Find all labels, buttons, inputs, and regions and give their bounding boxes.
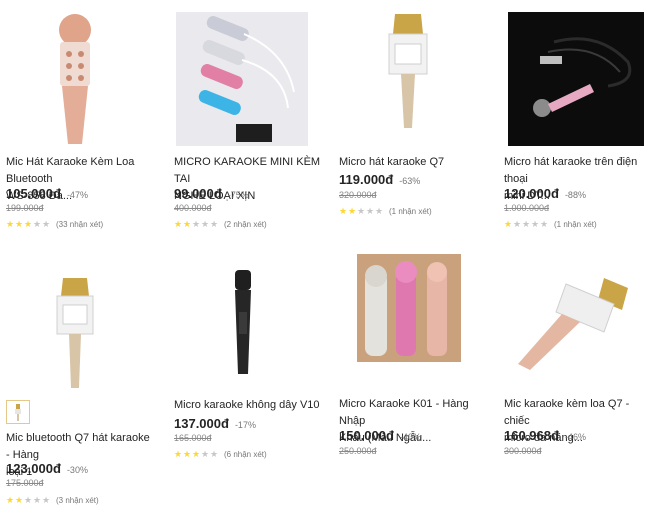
star-icon: ★ — [183, 219, 192, 229]
original-price: 175.000đ — [6, 478, 44, 488]
star-icon: ★ — [201, 449, 210, 459]
star-icon: ★ — [348, 206, 357, 216]
product-title-line[interactable]: MICRO KARAOKE MINI KÈM TAI — [174, 154, 324, 188]
product-title-line[interactable]: Mic bluetooth Q7 hát karaoke - Hàng — [6, 430, 156, 464]
product-card[interactable]: Micro Karaoke K01 - Hàng Nhập Khẩu (Màu … — [333, 250, 495, 460]
discount-badge: -30% — [66, 465, 88, 475]
original-price: 300.000đ — [504, 446, 542, 456]
original-price: 199.000đ — [6, 203, 44, 213]
product-card[interactable]: Micro hát karaoke trên điện thoại mini D… — [498, 0, 660, 240]
star-icon: ★ — [174, 449, 183, 459]
rating: ★ ★ ★ ★ ★ (3 nhận xét) — [6, 496, 99, 506]
product-card[interactable]: Micro hát karaoke Q7 119.000đ -63% 320.0… — [333, 0, 495, 240]
ws858-rosegold-mic-icon[interactable] — [40, 8, 110, 148]
star-icon: ★ — [24, 219, 33, 229]
star-rating: ★ ★ ★ ★ ★ — [6, 496, 51, 505]
discount-badge: -17% — [234, 420, 256, 430]
review-count[interactable]: (3 nhận xét) — [56, 496, 99, 505]
product-price: 105.000đ — [6, 186, 61, 201]
product-title-line[interactable]: Mic karaoke kèm loa Q7 - chiếc — [504, 396, 654, 430]
star-icon: ★ — [6, 219, 15, 229]
star-rating: ★ ★ ★ ★ ★ — [6, 220, 51, 229]
discount-badge: -46% — [564, 432, 586, 442]
star-icon: ★ — [210, 449, 219, 459]
star-icon: ★ — [504, 219, 513, 229]
star-icon: ★ — [339, 206, 348, 216]
star-icon: ★ — [192, 219, 201, 229]
q7-gold-mic-icon[interactable] — [52, 274, 98, 392]
product-price: 160.968đ — [504, 428, 559, 443]
discount-badge: -75% — [227, 190, 249, 200]
review-count[interactable]: (6 nhận xét) — [224, 450, 267, 459]
star-icon: ★ — [6, 495, 15, 505]
product-price: 150.000đ — [339, 428, 394, 443]
star-rating: ★ ★ ★ ★ ★ — [339, 207, 384, 216]
product-card[interactable]: MICRO KARAOKE MINI KÈM TAI NGHE LOẠI XỊN… — [168, 0, 330, 240]
review-count[interactable]: (33 nhận xét) — [56, 220, 103, 229]
star-icon: ★ — [357, 206, 366, 216]
product-title-line[interactable]: Micro karaoke không dây V10 — [174, 397, 324, 414]
product-card[interactable]: Mic Hát Karaoke Kèm Loa Bluetooth WS-858… — [0, 0, 162, 240]
star-rating: ★ ★ ★ ★ ★ — [504, 220, 549, 229]
star-icon: ★ — [33, 495, 42, 505]
product-price: 99.000đ — [174, 186, 222, 201]
original-price: 250.000đ — [339, 446, 377, 456]
rating: ★ ★ ★ ★ ★ (2 nhận xét) — [174, 220, 267, 230]
q7-gold-mic-icon[interactable] — [383, 10, 433, 134]
image-thumbnail[interactable] — [6, 400, 30, 424]
star-icon: ★ — [540, 219, 549, 229]
star-icon: ★ — [375, 206, 384, 216]
star-rating: ★ ★ ★ ★ ★ — [174, 220, 219, 229]
discount-badge: -63% — [399, 176, 421, 186]
star-icon: ★ — [366, 206, 375, 216]
star-icon: ★ — [183, 449, 192, 459]
star-icon: ★ — [531, 219, 540, 229]
q7-rosegold-mic-icon[interactable] — [504, 270, 644, 380]
star-icon: ★ — [33, 219, 42, 229]
rating: ★ ★ ★ ★ ★ (1 nhận xét) — [339, 207, 432, 217]
product-card[interactable]: Mic bluetooth Q7 hát karaoke - Hàng loại… — [0, 250, 162, 512]
original-price: 165.000đ — [174, 433, 212, 443]
star-icon: ★ — [15, 219, 24, 229]
black-wireless-mic-icon[interactable] — [228, 268, 258, 378]
star-icon: ★ — [192, 449, 201, 459]
star-icon: ★ — [210, 219, 219, 229]
star-icon: ★ — [174, 219, 183, 229]
review-count[interactable]: (1 nhận xét) — [389, 207, 432, 216]
product-card[interactable]: Micro karaoke không dây V10 137.000đ -17… — [168, 250, 330, 470]
star-icon: ★ — [513, 219, 522, 229]
original-price: 1.000.000đ — [504, 203, 550, 213]
star-rating: ★ ★ ★ ★ ★ — [174, 450, 219, 459]
star-icon: ★ — [42, 495, 51, 505]
star-icon: ★ — [15, 495, 24, 505]
rating: ★ ★ ★ ★ ★ (33 nhận xét) — [6, 220, 103, 230]
k01-three-mics-icon[interactable] — [357, 254, 461, 362]
original-price: 400.000đ — [174, 203, 212, 213]
original-price: 320.000đ — [339, 190, 377, 200]
discount-badge: -47% — [66, 190, 88, 200]
star-icon: ★ — [42, 219, 51, 229]
rating: ★ ★ ★ ★ ★ (1 nhận xét) — [504, 220, 597, 230]
product-title-line[interactable]: Mic Hát Karaoke Kèm Loa Bluetooth — [6, 154, 156, 188]
mini-mic-multicolor-icon[interactable] — [176, 12, 308, 146]
discount-badge: -40% — [399, 432, 421, 442]
product-title-line[interactable]: Micro Karaoke K01 - Hàng Nhập — [339, 396, 489, 430]
product-title-line[interactable]: Micro hát karaoke trên điện thoại — [504, 154, 654, 188]
review-count[interactable]: (2 nhận xét) — [224, 220, 267, 229]
product-price: 123.000đ — [6, 461, 61, 476]
star-icon: ★ — [201, 219, 210, 229]
star-icon: ★ — [24, 495, 33, 505]
review-count[interactable]: (1 nhận xét) — [554, 220, 597, 229]
product-price: 120.000đ — [504, 186, 559, 201]
pink-mini-mic-icon[interactable] — [508, 12, 644, 146]
product-price: 137.000đ — [174, 416, 229, 431]
product-card[interactable]: Mic karaoke kèm loa Q7 - chiếc micro đa … — [498, 250, 660, 460]
product-title-line[interactable]: Micro hát karaoke Q7 — [339, 154, 489, 171]
rating: ★ ★ ★ ★ ★ (6 nhận xét) — [174, 450, 267, 460]
product-price: 119.000đ — [339, 172, 394, 187]
star-icon: ★ — [522, 219, 531, 229]
discount-badge: -88% — [564, 190, 586, 200]
